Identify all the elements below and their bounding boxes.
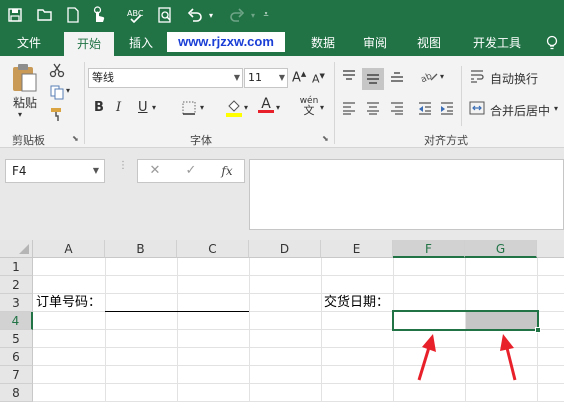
italic-button[interactable]: I xyxy=(116,100,121,115)
underline-button[interactable]: U xyxy=(138,100,148,115)
font-launcher-icon[interactable]: ⬊ xyxy=(322,134,329,143)
clipboard-group-label: 剪贴板 xyxy=(12,134,45,147)
separator xyxy=(461,66,462,126)
font-color-button[interactable]: A xyxy=(258,96,274,113)
align-center-icon[interactable] xyxy=(364,100,382,118)
tab-view[interactable]: 视图 xyxy=(406,30,452,56)
bold-button[interactable]: B xyxy=(94,100,104,115)
open-icon[interactable] xyxy=(30,0,60,30)
chevron-down-icon: ▼ xyxy=(92,166,99,175)
chevron-down-icon: ▼ xyxy=(278,73,285,82)
copy-icon[interactable] xyxy=(48,84,66,102)
font-name-dropdown[interactable]: 等线 ▼ xyxy=(88,68,243,88)
arrow-to-g4-icon xyxy=(500,334,517,381)
quick-access-toolbar: ABC ▾ ▾ ⩡ xyxy=(0,0,564,30)
paste-dropdown-icon[interactable]: ▾ xyxy=(18,110,22,119)
name-box-value: F4 xyxy=(12,164,27,178)
customize-icon[interactable]: ⩡ xyxy=(256,0,276,30)
align-top-icon[interactable] xyxy=(340,68,358,86)
cancel-icon[interactable]: ✕ xyxy=(142,160,168,182)
name-box[interactable]: F4 ▼ xyxy=(5,159,105,183)
tab-review[interactable]: 审阅 xyxy=(352,30,398,56)
merge-center-icon[interactable] xyxy=(468,100,486,118)
wrap-text-label[interactable]: 自动换行 xyxy=(490,70,538,87)
decrease-indent-icon[interactable] xyxy=(416,100,434,118)
borders-dropdown-icon[interactable]: ▾ xyxy=(200,103,204,112)
print-preview-icon[interactable] xyxy=(150,0,180,30)
save-icon[interactable] xyxy=(0,0,30,30)
touch-mode-icon[interactable] xyxy=(84,0,114,30)
arrow-to-f4-icon xyxy=(417,334,436,381)
separator xyxy=(84,62,85,144)
undo-dropdown-icon[interactable]: ▾ xyxy=(204,0,218,30)
formula-input[interactable] xyxy=(249,159,564,230)
underline-dropdown-icon[interactable]: ▾ xyxy=(152,103,156,112)
ribbon-home: 粘贴 ▾ ▾ 剪贴板 ⬊ 等线 ▼ 11 ▼ A▲ A▼ B I U ▾ ▾ ▾… xyxy=(0,56,564,148)
wrap-text-icon[interactable] xyxy=(468,68,486,86)
copy-dropdown-icon[interactable]: ▾ xyxy=(66,86,70,95)
worksheet-grid: A B C D E F G 1 2 3 4 5 6 7 8 订单号码： 交货日期… xyxy=(0,240,564,402)
paste-label[interactable]: 粘贴 xyxy=(8,94,42,111)
decrease-font-icon[interactable]: A▼ xyxy=(312,72,325,86)
format-painter-icon[interactable] xyxy=(48,106,66,124)
align-left-icon[interactable] xyxy=(340,100,358,118)
enter-icon[interactable]: ✓ xyxy=(178,160,204,182)
font-name-value: 等线 xyxy=(92,71,114,84)
phonetic-guide-button[interactable]: wén 文 xyxy=(298,96,320,116)
formula-buttons: ✕ ✓ fx xyxy=(137,159,245,183)
clipboard-launcher-icon[interactable]: ⬊ xyxy=(72,134,79,143)
resize-handle-icon[interactable]: ⋮ xyxy=(118,161,128,178)
svg-text:ABC: ABC xyxy=(127,9,144,18)
formula-bar-area: F4 ▼ ⋮ ✕ ✓ fx xyxy=(0,148,564,240)
increase-font-icon[interactable]: A▲ xyxy=(292,70,306,85)
tab-file[interactable]: 文件 xyxy=(0,30,58,56)
tab-home[interactable]: 开始 xyxy=(64,32,114,56)
tab-data[interactable]: 数据 xyxy=(300,30,346,56)
tab-insert[interactable]: 插入 xyxy=(118,30,164,56)
font-color-dropdown-icon[interactable]: ▾ xyxy=(276,103,280,112)
align-right-icon[interactable] xyxy=(388,100,406,118)
cut-icon[interactable] xyxy=(48,62,66,80)
align-middle-icon[interactable] xyxy=(362,68,384,90)
watermark-text: www.rjzxw.com xyxy=(167,32,285,52)
phonetic-char-label: 文 xyxy=(303,104,315,117)
alignment-group-label: 对齐方式 xyxy=(424,134,468,147)
separator xyxy=(334,62,335,144)
phonetic-dropdown-icon[interactable]: ▾ xyxy=(320,103,324,112)
annotation-arrows xyxy=(417,334,517,381)
spelling-icon[interactable]: ABC xyxy=(120,0,150,30)
tab-developer[interactable]: 开发工具 xyxy=(464,30,530,56)
font-group-label: 字体 xyxy=(190,134,212,147)
orientation-dropdown-icon[interactable]: ▾ xyxy=(440,72,444,81)
orientation-icon[interactable]: ab xyxy=(418,68,440,86)
fill-color-dropdown-icon[interactable]: ▾ xyxy=(244,103,248,112)
lightbulb-icon[interactable] xyxy=(540,30,564,56)
borders-icon[interactable] xyxy=(180,100,198,118)
font-color-letter: A xyxy=(261,96,271,112)
svg-text:ab: ab xyxy=(419,71,434,84)
chevron-down-icon: ▼ xyxy=(233,73,240,82)
insert-function-icon[interactable]: fx xyxy=(214,160,240,182)
merge-dropdown-icon[interactable]: ▾ xyxy=(554,104,558,113)
merge-center-label[interactable]: 合并后居中 xyxy=(490,102,550,119)
fill-color-icon[interactable] xyxy=(224,98,244,120)
font-size-value: 11 xyxy=(248,71,262,84)
increase-indent-icon[interactable] xyxy=(438,100,456,118)
font-size-dropdown[interactable]: 11 ▼ xyxy=(244,68,288,88)
align-bottom-icon[interactable] xyxy=(388,68,406,86)
